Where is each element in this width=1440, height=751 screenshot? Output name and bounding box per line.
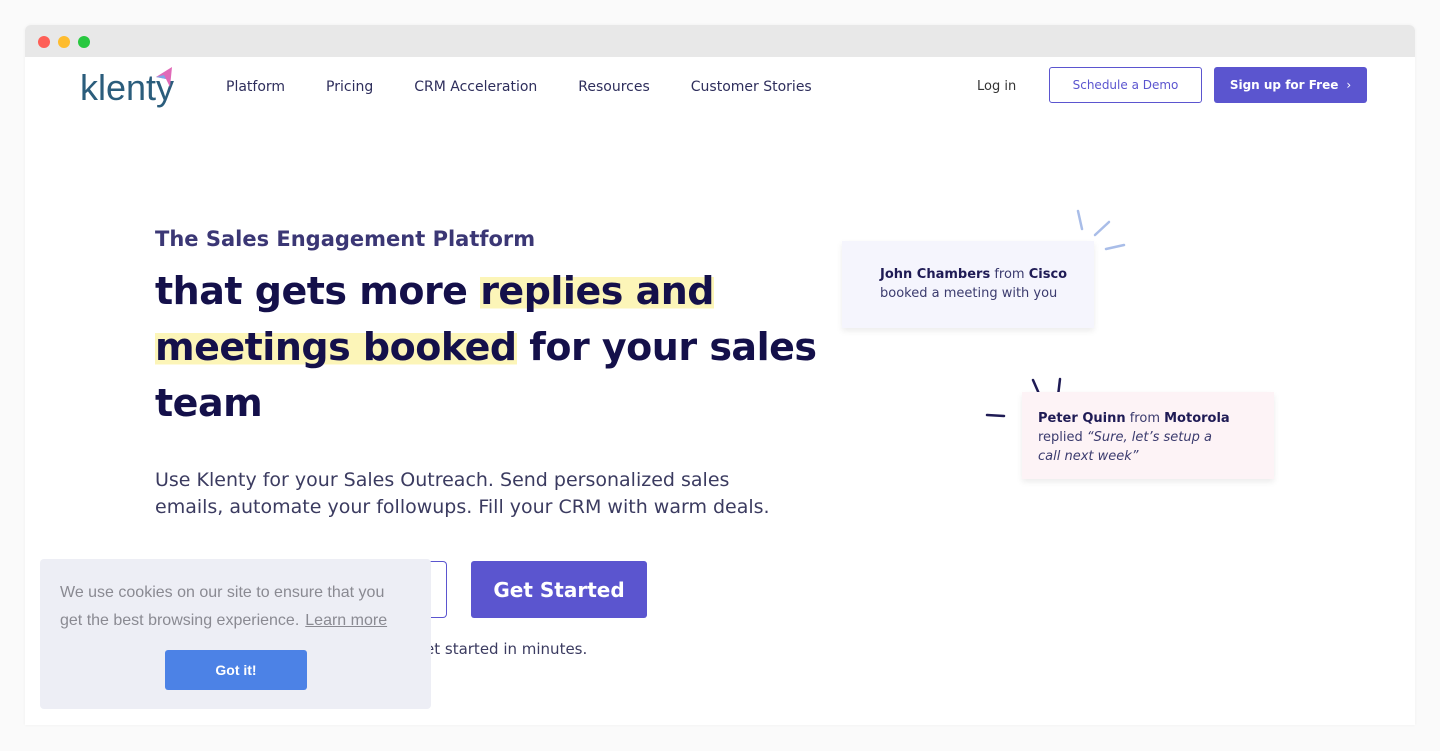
card-text: booked a meeting with you (880, 286, 1058, 301)
card-text: replied (1038, 430, 1087, 445)
login-link[interactable]: Log in (977, 79, 1016, 94)
contact-name: Peter Quinn (1038, 411, 1126, 426)
hero-kicker: The Sales Engagement Platform (155, 227, 536, 251)
notification-card: Peter Quinn from Motorola replied “Sure,… (1022, 392, 1274, 479)
hero-note: et started in minutes. (425, 640, 588, 658)
get-started-button[interactable]: Get Started (471, 561, 647, 618)
title-bar (25, 25, 1415, 57)
from-text: from (1125, 411, 1165, 426)
headline-highlight: meetings booked (155, 325, 517, 369)
notification-card: John Chambers from Cisco booked a meetin… (842, 241, 1094, 328)
nav-pricing[interactable]: Pricing (326, 79, 373, 95)
hero-headline: that gets more replies and meetings booke… (155, 263, 835, 431)
paper-plane-icon (156, 67, 172, 87)
nav-customer-stories[interactable]: Customer Stories (691, 79, 812, 95)
signup-button[interactable]: Sign up for Free › (1214, 67, 1367, 103)
cookie-banner: We use cookies on our site to ensure tha… (40, 559, 431, 709)
company-name: Motorola (1164, 411, 1230, 426)
learn-more-link[interactable]: Learn more (305, 612, 387, 629)
nav-platform[interactable]: Platform (226, 79, 285, 95)
nav-resources[interactable]: Resources (578, 79, 650, 95)
klenty-logo[interactable]: klenty (80, 67, 174, 109)
from-text: from (990, 267, 1029, 282)
contact-name: John Chambers (880, 267, 991, 282)
chevron-right-icon: › (1346, 78, 1352, 92)
got-it-button[interactable]: Got it! (165, 650, 307, 690)
minimize-window-button[interactable] (58, 36, 70, 48)
maximize-window-button[interactable] (78, 36, 90, 48)
company-name: Cisco (1028, 267, 1068, 282)
top-nav: klenty Platform Pricing CRM Acceleration… (25, 57, 1415, 119)
headline-highlight: replies and (480, 269, 714, 313)
nav-crm-acceleration[interactable]: CRM Acceleration (414, 79, 537, 95)
schedule-demo-button[interactable]: Schedule a Demo (1049, 67, 1202, 103)
headline-part: that gets more (155, 269, 481, 313)
hero-subtitle: Use Klenty for your Sales Outreach. Send… (155, 469, 770, 518)
signup-label: Sign up for Free (1229, 78, 1339, 92)
close-window-button[interactable] (38, 36, 50, 48)
